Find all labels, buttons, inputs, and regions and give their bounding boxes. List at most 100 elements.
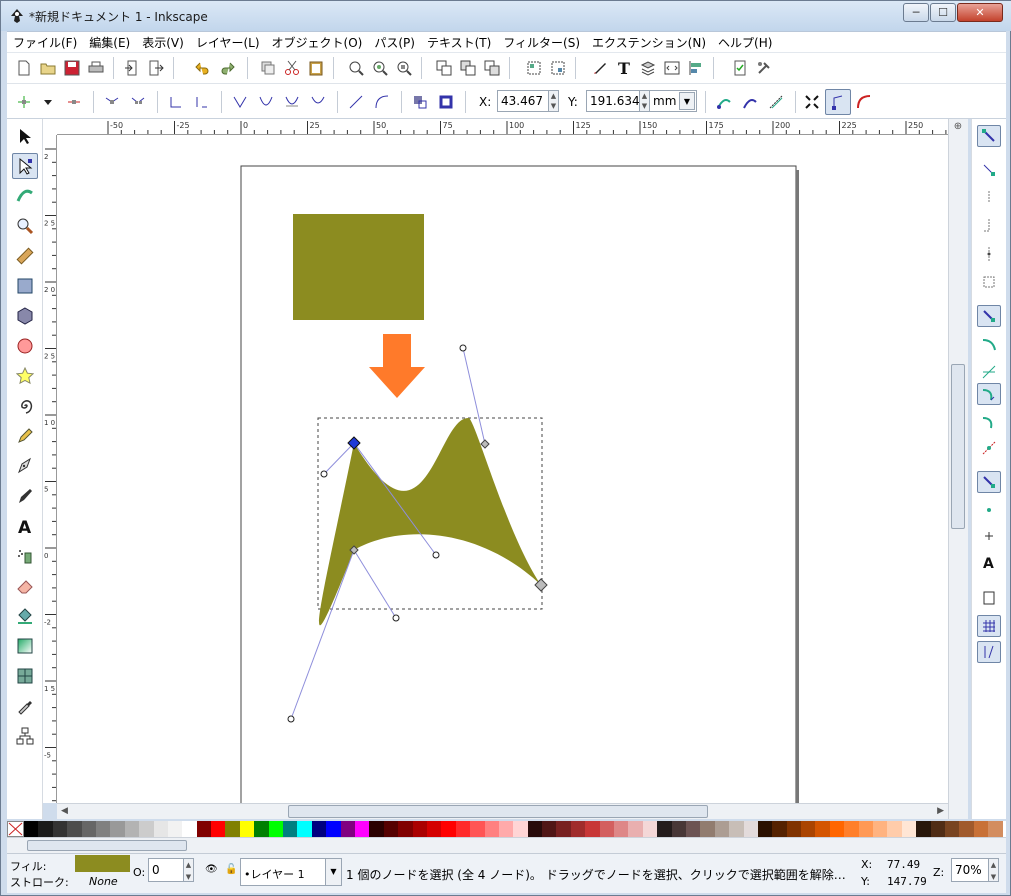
- menu-help[interactable]: ヘルプ(H): [712, 34, 778, 51]
- canvas-drawing[interactable]: [57, 135, 948, 803]
- stroke-to-path-icon[interactable]: [435, 91, 457, 113]
- palette-swatch[interactable]: [398, 821, 413, 837]
- palette-swatch[interactable]: [340, 821, 355, 837]
- scroll-right-icon[interactable]: ▶: [937, 806, 944, 816]
- tweak-tool-icon[interactable]: [12, 183, 38, 209]
- snap-smooth-nodes-icon[interactable]: [977, 411, 1001, 433]
- connector-tool-icon[interactable]: [12, 723, 38, 749]
- segment-line-icon[interactable]: [345, 91, 367, 113]
- ungroup-icon[interactable]: [547, 57, 569, 79]
- delete-node-icon[interactable]: [63, 91, 85, 113]
- snap-rotation-center-icon[interactable]: [977, 525, 1001, 547]
- open-folder-icon[interactable]: [37, 57, 59, 79]
- palette-swatch[interactable]: [988, 821, 1003, 837]
- x-coordinate-input[interactable]: 43.467: [497, 90, 549, 112]
- undo-icon[interactable]: [191, 57, 213, 79]
- show-outline-icon[interactable]: [853, 91, 875, 113]
- palette-swatch[interactable]: [542, 821, 557, 837]
- palette-swatch[interactable]: [642, 821, 658, 837]
- palette-swatch[interactable]: [124, 821, 140, 837]
- opacity-spin-arrows[interactable]: ▲ ▼: [184, 858, 194, 882]
- document-properties-icon[interactable]: [729, 57, 751, 79]
- text-tool-icon[interactable]: A: [12, 513, 38, 539]
- align-distribute-icon[interactable]: [685, 57, 707, 79]
- vertical-scroll-thumb[interactable]: [951, 364, 965, 529]
- menu-layer[interactable]: レイヤー(L): [190, 34, 266, 51]
- palette-swatch[interactable]: [95, 821, 111, 837]
- zoom-corner-icon[interactable]: ⊕: [951, 121, 965, 135]
- menu-edit[interactable]: 編集(E): [83, 34, 136, 51]
- layer-select[interactable]: •レイヤー 1 ▼: [240, 858, 342, 886]
- fill-stroke-icon[interactable]: [589, 57, 611, 79]
- palette-swatch[interactable]: [930, 821, 945, 837]
- node-smooth-icon[interactable]: [255, 91, 277, 113]
- snap-text-baseline-icon[interactable]: A: [977, 551, 1001, 573]
- horizontal-ruler[interactable]: -50 -25 0 25 50 75 100 125 150 175 200 225 250: [57, 119, 948, 135]
- fill-swatch[interactable]: [75, 855, 130, 872]
- segment-curve-icon[interactable]: [371, 91, 393, 113]
- palette-swatch[interactable]: [268, 821, 284, 837]
- menu-view[interactable]: 表示(V): [136, 34, 190, 51]
- palette-swatch[interactable]: [470, 821, 485, 837]
- palette-swatch[interactable]: [671, 821, 686, 837]
- palette-swatch[interactable]: [383, 821, 399, 837]
- menu-object[interactable]: オブジェクト(O): [266, 34, 369, 51]
- delete-segment-icon[interactable]: [191, 91, 213, 113]
- pen-tool-icon[interactable]: [12, 453, 38, 479]
- palette-swatch[interactable]: [714, 821, 730, 837]
- palette-swatch[interactable]: [239, 821, 255, 837]
- palette-swatch[interactable]: [685, 821, 701, 837]
- menu-file[interactable]: ファイル(F): [7, 34, 83, 51]
- maximize-button[interactable]: ☐: [930, 3, 956, 22]
- gradient-tool-icon[interactable]: [12, 633, 38, 659]
- print-icon[interactable]: [85, 57, 107, 79]
- paint-bucket-tool-icon[interactable]: [12, 603, 38, 629]
- join-segment-icon[interactable]: [165, 91, 187, 113]
- palette-swatch[interactable]: [81, 821, 96, 837]
- unit-dropdown-icon[interactable]: ▼: [679, 92, 695, 110]
- x-spin-arrows[interactable]: ▲ ▼: [549, 90, 559, 112]
- show-handles-icon[interactable]: [825, 89, 851, 115]
- pencil-tool-icon[interactable]: [12, 423, 38, 449]
- palette-swatch[interactable]: [354, 821, 370, 837]
- palette-swatch[interactable]: [455, 821, 471, 837]
- snap-bbox-midpoint-icon[interactable]: [977, 243, 1001, 265]
- node-tool-icon[interactable]: [12, 153, 38, 179]
- rectangle-tool-icon[interactable]: [12, 273, 38, 299]
- palette-swatch[interactable]: [844, 821, 859, 837]
- node-symmetric-icon[interactable]: [281, 91, 303, 113]
- palette-swatch[interactable]: [801, 821, 816, 837]
- join-nodes-icon[interactable]: [101, 91, 123, 113]
- snap-guides-icon[interactable]: [977, 641, 1001, 663]
- measure-tool-icon[interactable]: [12, 243, 38, 269]
- palette-swatch[interactable]: [441, 821, 456, 837]
- palette-swatch[interactable]: [24, 821, 39, 837]
- import-icon[interactable]: [121, 57, 143, 79]
- palette-swatch[interactable]: [153, 821, 168, 837]
- xml-editor-icon[interactable]: [661, 57, 683, 79]
- break-path-icon[interactable]: [127, 91, 149, 113]
- palette-swatch[interactable]: [426, 821, 442, 837]
- transform-handles-icon[interactable]: [801, 91, 823, 113]
- palette-scroll-thumb[interactable]: [27, 840, 187, 851]
- vertical-scrollbar[interactable]: ⊕: [948, 119, 968, 819]
- snap-page-border-icon[interactable]: [977, 587, 1001, 609]
- palette-swatch[interactable]: [873, 821, 888, 837]
- select-original-icon[interactable]: [481, 57, 503, 79]
- palette-swatch[interactable]: [67, 821, 82, 837]
- palette-swatch[interactable]: [52, 821, 68, 837]
- palette-swatch[interactable]: [757, 821, 773, 837]
- palette-swatch[interactable]: [570, 821, 586, 837]
- color-palette[interactable]: [7, 821, 1006, 837]
- menu-filters[interactable]: フィルター(S): [497, 34, 586, 51]
- vertical-ruler[interactable]: 22 52 02 51 050-21 5-505: [43, 135, 57, 803]
- palette-swatch[interactable]: [887, 821, 902, 837]
- layers-icon[interactable]: [637, 57, 659, 79]
- snap-bbox-center-icon[interactable]: [977, 271, 1001, 293]
- snap-path-intersection-icon[interactable]: [977, 361, 1001, 383]
- save-icon[interactable]: [61, 57, 83, 79]
- palette-swatch[interactable]: [729, 821, 744, 837]
- menu-text[interactable]: テキスト(T): [421, 34, 497, 51]
- zoom-page-icon[interactable]: [393, 57, 415, 79]
- dropdown-arrow-icon[interactable]: [37, 91, 59, 113]
